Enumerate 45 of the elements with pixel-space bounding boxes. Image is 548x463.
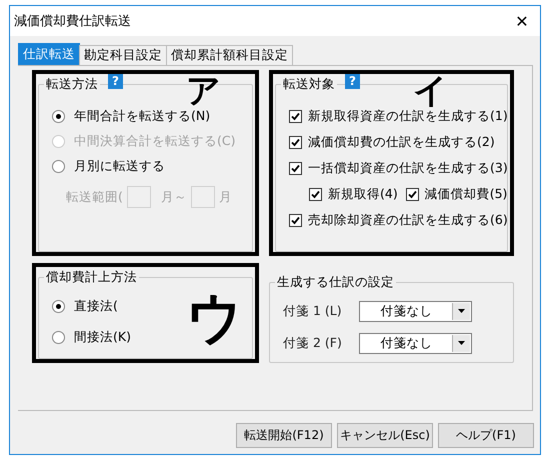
- radio-button[interactable]: [52, 300, 65, 312]
- checkbox[interactable]: [289, 110, 302, 123]
- group-title: 転送対象: [281, 76, 337, 92]
- field-label: 付箋 1 (L): [283, 302, 343, 320]
- radio-button[interactable]: [52, 160, 65, 172]
- radio-label: 間接法(K): [74, 328, 131, 346]
- checkbox-label: 新規取得(4): [328, 186, 398, 203]
- tab[interactable]: 勘定科目設定: [79, 45, 167, 65]
- radio-label: 月別に転送する: [74, 158, 165, 174]
- dialog-button[interactable]: ヘルプ(F1): [438, 423, 534, 448]
- range-label: 月: [218, 188, 232, 206]
- checkbox[interactable]: [289, 136, 302, 149]
- group-title: 転送方法: [44, 76, 100, 92]
- checkbox-label: 減価償却費の仕訳を生成する(2): [308, 134, 495, 151]
- group-title: 生成する仕訳の設定: [275, 274, 396, 290]
- callout-letter: ア: [186, 74, 221, 108]
- help-icon[interactable]: ?: [108, 74, 123, 88]
- checkbox[interactable]: [406, 188, 419, 201]
- checkbox[interactable]: [289, 214, 302, 227]
- dropdown[interactable]: 付箋なし: [359, 300, 472, 322]
- range-label: 転送範囲(: [66, 188, 123, 206]
- checkbox-label: 一括償却資産の仕訳を生成する(3): [308, 160, 508, 177]
- field-label: 付箋 2 (F): [283, 334, 343, 352]
- checkbox[interactable]: [289, 162, 302, 175]
- dialog-button[interactable]: 転送開始(F12): [236, 423, 332, 448]
- group-title: 償却費計上方法: [44, 268, 139, 286]
- range-label: 月～: [160, 188, 187, 206]
- radio-button[interactable]: [52, 110, 65, 122]
- tab[interactable]: 償却累計額科目設定: [166, 45, 293, 65]
- help-icon[interactable]: ?: [345, 74, 360, 88]
- radio-label: 中間決算合計を転送する(C): [74, 132, 236, 150]
- checkbox-label: 売却除却資産の仕訳を生成する(6): [308, 212, 508, 229]
- radio-label: 年間合計を転送する(N): [74, 108, 210, 124]
- dialog-button[interactable]: キャンセル(Esc): [337, 423, 433, 448]
- tab[interactable]: 仕訳転送: [18, 43, 80, 65]
- callout-letter: イ: [413, 74, 448, 108]
- checkbox-label: 新規取得資産の仕訳を生成する(1): [308, 108, 508, 125]
- close-button[interactable]: ✕: [512, 12, 532, 30]
- checkbox[interactable]: [309, 188, 322, 201]
- dropdown[interactable]: 付箋なし: [359, 332, 472, 354]
- radio-button[interactable]: [52, 330, 65, 344]
- callout-letter: ウ: [186, 291, 243, 347]
- window-title: 減価償却費仕訳転送: [14, 13, 131, 30]
- radio-label: 直接法(: [74, 298, 118, 314]
- checkbox-label: 減価償却費(5): [424, 186, 508, 203]
